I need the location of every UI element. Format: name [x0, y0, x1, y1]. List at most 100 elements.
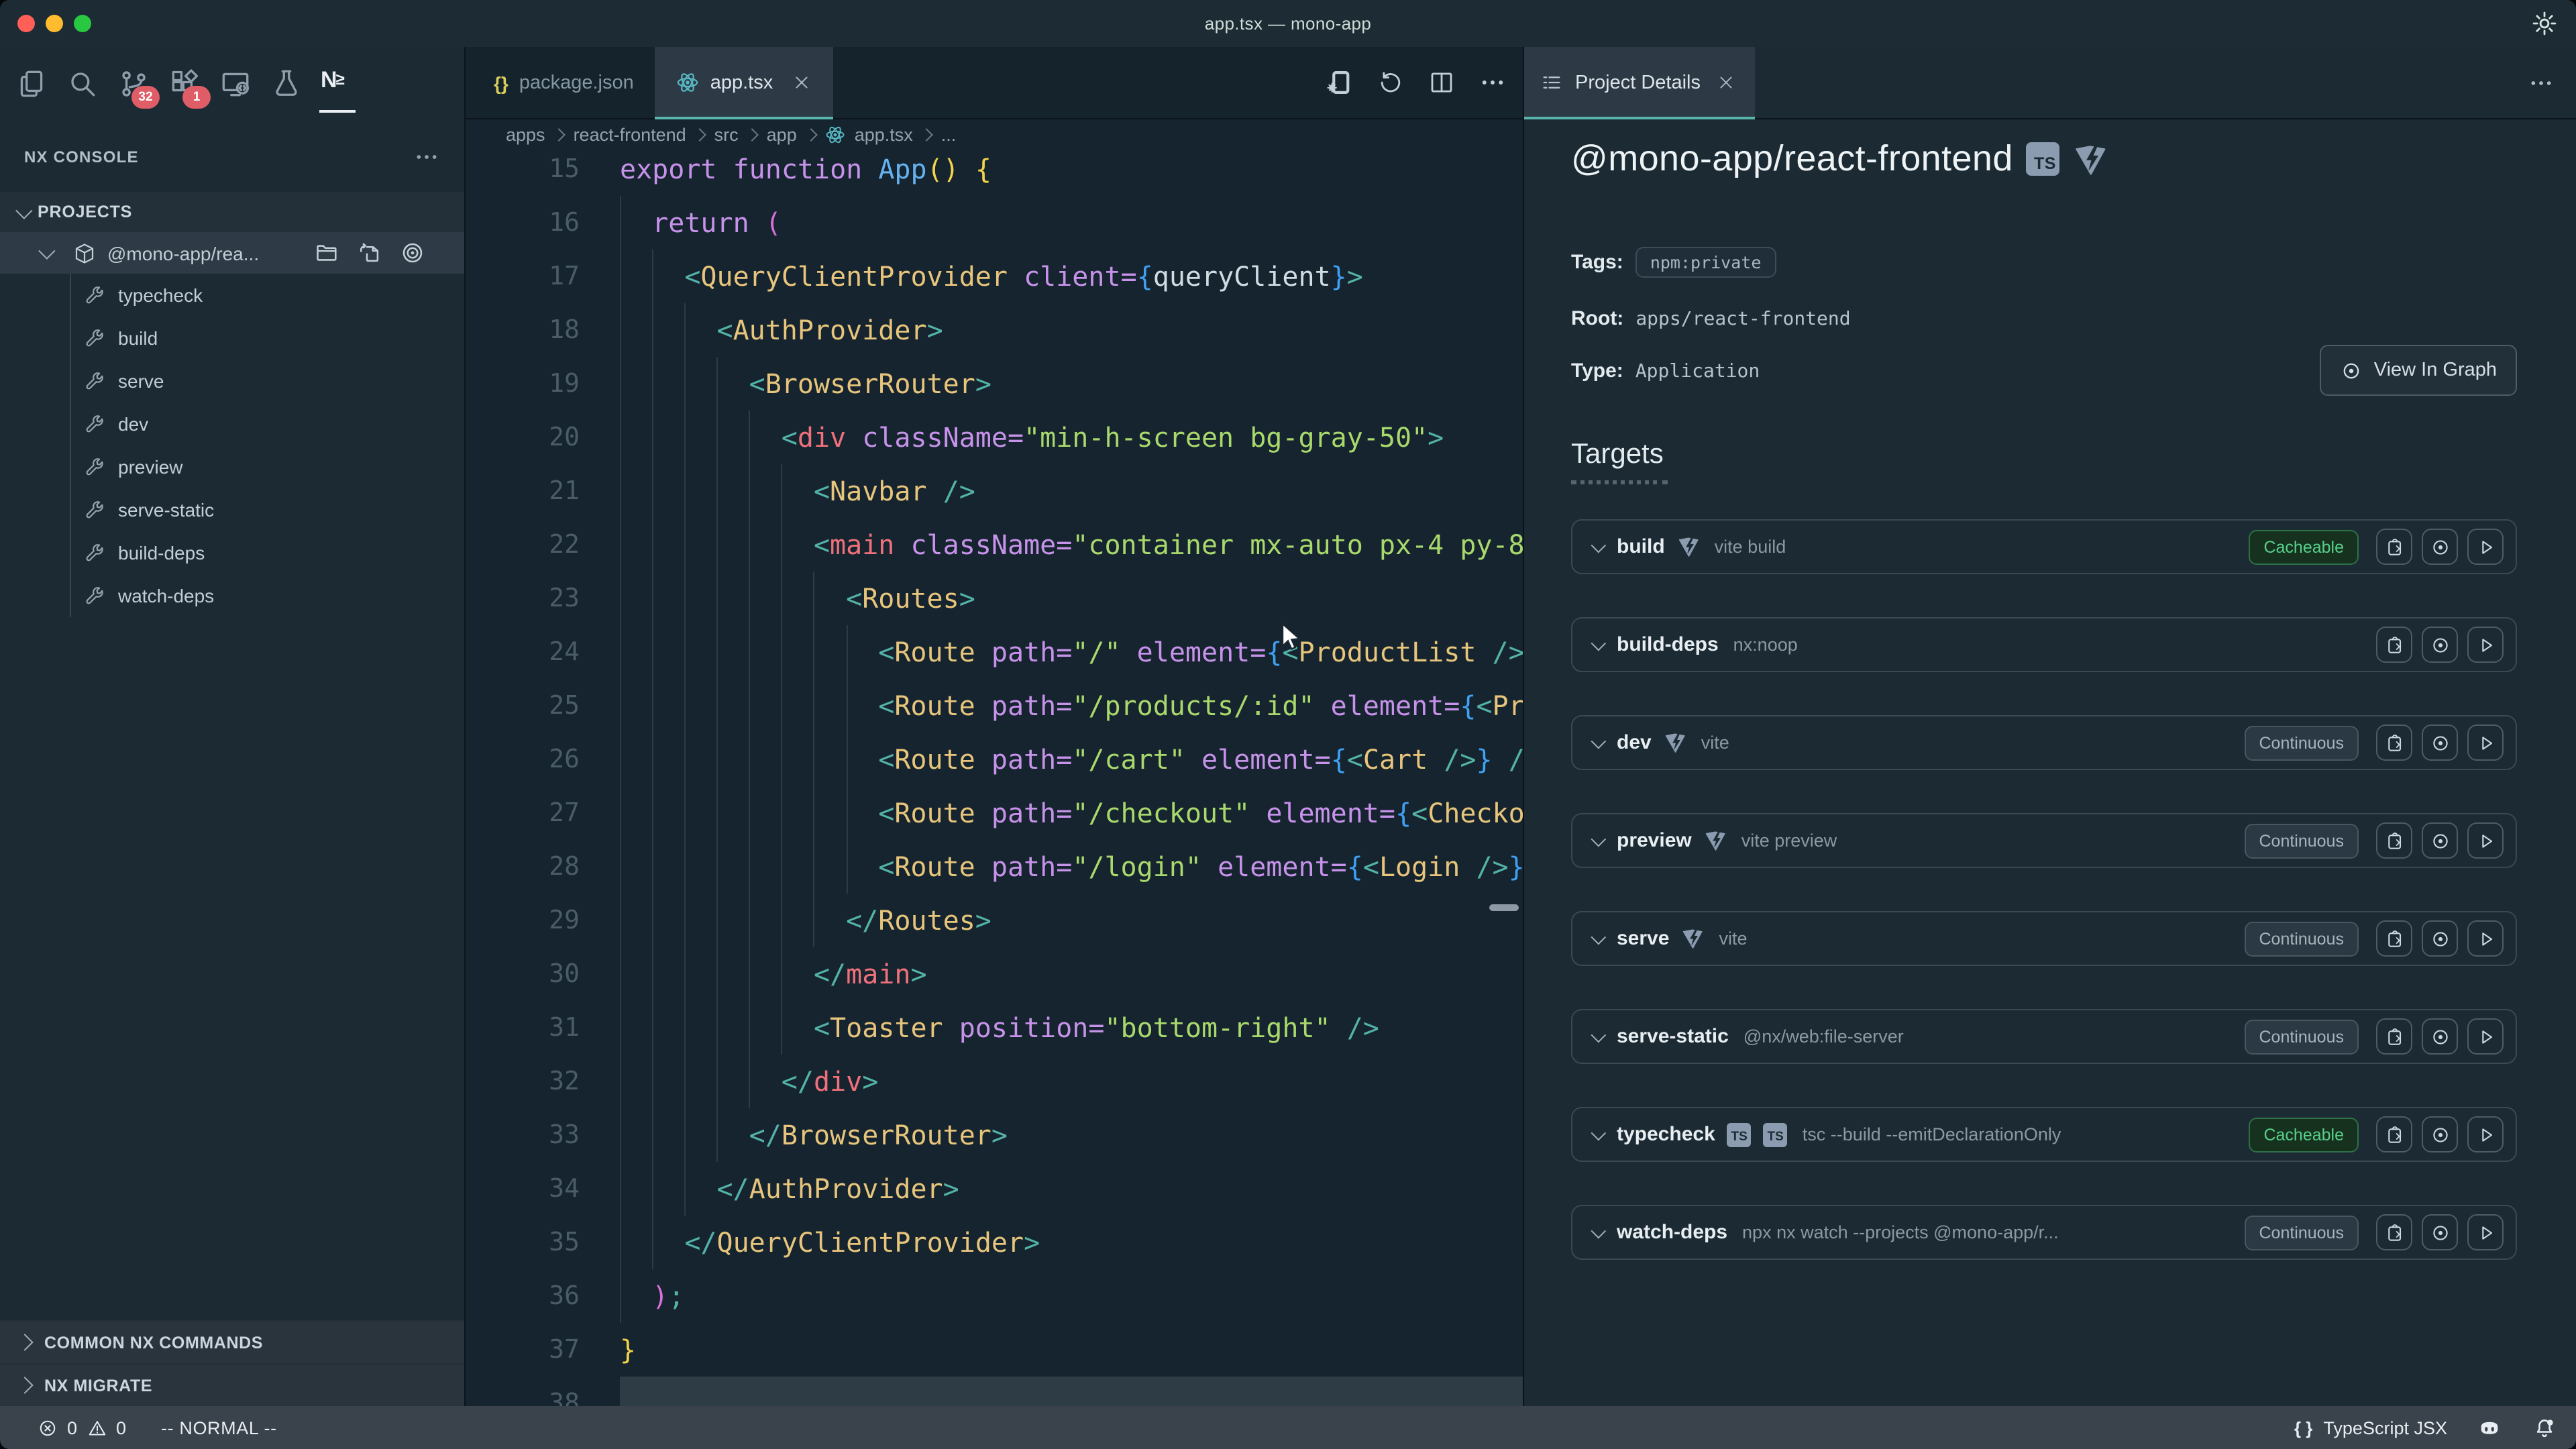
- code-line-38[interactable]: 38: [466, 1377, 1523, 1406]
- target-card-preview[interactable]: previewvite previewContinuous: [1571, 813, 2517, 868]
- code-line-28[interactable]: 28<Route path="/login" element={<Login /…: [466, 840, 1523, 894]
- target-card-build[interactable]: buildvite buildCacheable: [1571, 519, 2517, 574]
- split-editor-icon[interactable]: [1428, 68, 1456, 97]
- code-line-24[interactable]: 24<Route path="/" element={<ProductList …: [466, 625, 1523, 679]
- copy-button[interactable]: [2376, 1116, 2412, 1152]
- target-card-serve[interactable]: serveviteContinuous: [1571, 911, 2517, 966]
- code-line-25[interactable]: 25<Route path="/products/:id" element={<…: [466, 679, 1523, 733]
- more-icon[interactable]: [1479, 68, 1507, 97]
- code-line-29[interactable]: 29</Routes>: [466, 894, 1523, 947]
- code-line-34[interactable]: 34</AuthProvider>: [466, 1162, 1523, 1216]
- copy-button[interactable]: [2376, 529, 2412, 565]
- activity-item-extensions[interactable]: 1: [168, 67, 201, 101]
- run-button[interactable]: [2467, 822, 2504, 859]
- notifications-bell-icon[interactable]: [2532, 1415, 2557, 1440]
- view-button[interactable]: [2422, 529, 2458, 565]
- view-button[interactable]: [2422, 724, 2458, 761]
- target-label: preview: [118, 456, 183, 478]
- target-card-watch-deps[interactable]: watch-depsnpx nx watch --projects @mono-…: [1571, 1205, 2517, 1260]
- line-content: <Route path="/products/:id" element={<Pr…: [620, 679, 1523, 733]
- run-button[interactable]: [2467, 724, 2504, 761]
- sidebar-section-common-nx-commands[interactable]: COMMON NX COMMANDS: [0, 1320, 464, 1363]
- run-button[interactable]: [2467, 1214, 2504, 1250]
- view-in-graph-button[interactable]: View In Graph: [2320, 345, 2517, 396]
- view-button[interactable]: [2422, 627, 2458, 663]
- copy-button[interactable]: [2376, 1018, 2412, 1055]
- breadcrumb-item[interactable]: app.tsx: [825, 125, 932, 145]
- target-card-build-deps[interactable]: build-depsnx:noop: [1571, 617, 2517, 672]
- settings-gear-icon[interactable]: [2530, 9, 2559, 38]
- activity-item-source-control[interactable]: 32: [117, 67, 150, 101]
- copy-button[interactable]: [2376, 1214, 2412, 1250]
- code-line-36[interactable]: 36);: [466, 1269, 1523, 1323]
- tab-app.tsx[interactable]: app.tsx: [655, 47, 834, 118]
- view-button[interactable]: [2422, 1214, 2458, 1250]
- code-line-32[interactable]: 32</div>: [466, 1055, 1523, 1108]
- language-mode[interactable]: { } TypeScript JSX: [2294, 1417, 2447, 1438]
- project-row[interactable]: @mono-app/rea...: [0, 232, 464, 274]
- tab-project-details[interactable]: Project Details: [1524, 47, 1756, 118]
- code-line-20[interactable]: 20<div className="min-h-screen bg-gray-5…: [466, 411, 1523, 464]
- copy-button[interactable]: [2376, 627, 2412, 663]
- view-button[interactable]: [2422, 1116, 2458, 1152]
- folder-icon[interactable]: [314, 240, 339, 266]
- target-icon[interactable]: [400, 240, 425, 266]
- code-editor[interactable]: 15export function App() {16return (17<Qu…: [466, 150, 1523, 1406]
- run-button[interactable]: [2467, 529, 2504, 565]
- breadcrumb-item[interactable]: ...: [941, 125, 957, 145]
- copy-button[interactable]: [2376, 822, 2412, 859]
- code-line-30[interactable]: 30</main>: [466, 947, 1523, 1001]
- target-card-typecheck[interactable]: typecheckTSTStsc --build --emitDeclarati…: [1571, 1107, 2517, 1162]
- run-button[interactable]: [2467, 920, 2504, 957]
- run-icon: [2475, 536, 2496, 557]
- run-button[interactable]: [2467, 1018, 2504, 1055]
- copy-button[interactable]: [2376, 920, 2412, 957]
- code-line-31[interactable]: 31<Toaster position="bottom-right" />: [466, 1001, 1523, 1055]
- sidebar-more-icon[interactable]: [413, 143, 440, 170]
- code-line-27[interactable]: 27<Route path="/checkout" element={<Chec…: [466, 786, 1523, 840]
- breadcrumb-item[interactable]: react-frontend: [574, 125, 705, 145]
- view-button[interactable]: [2422, 822, 2458, 859]
- close-icon[interactable]: [1717, 72, 1737, 93]
- activity-item-testing[interactable]: [270, 67, 303, 101]
- code-line-26[interactable]: 26<Route path="/cart" element={<Cart />}…: [466, 733, 1523, 786]
- code-line-17[interactable]: 17<QueryClientProvider client={queryClie…: [466, 250, 1523, 303]
- projects-section-header[interactable]: PROJECTS: [0, 192, 464, 232]
- breadcrumb-item[interactable]: apps: [506, 125, 564, 145]
- code-line-23[interactable]: 23<Routes>: [466, 572, 1523, 625]
- breadcrumb-item[interactable]: src: [714, 125, 757, 145]
- breadcrumb-item[interactable]: app: [767, 125, 816, 145]
- target-card-serve-static[interactable]: serve-static@nx/web:file-serverContinuou…: [1571, 1009, 2517, 1064]
- view-button[interactable]: [2422, 920, 2458, 957]
- code-line-33[interactable]: 33</BrowserRouter>: [466, 1108, 1523, 1162]
- tab-label: app.tsx: [710, 72, 773, 93]
- code-line-15[interactable]: 15export function App() {: [466, 150, 1523, 196]
- target-card-dev[interactable]: devviteContinuous: [1571, 715, 2517, 770]
- activity-item-nx-console[interactable]: N≥: [321, 67, 354, 101]
- eye-icon: [2429, 536, 2451, 557]
- code-line-21[interactable]: 21<Navbar />: [466, 464, 1523, 518]
- code-line-37[interactable]: 37}: [466, 1323, 1523, 1377]
- copilot-icon[interactable]: [2477, 1415, 2502, 1440]
- panel-more-icon[interactable]: [2528, 70, 2555, 97]
- code-line-19[interactable]: 19<BrowserRouter>: [466, 357, 1523, 411]
- code-line-16[interactable]: 16return (: [466, 196, 1523, 250]
- activity-item-explorer[interactable]: [15, 67, 48, 101]
- run-button[interactable]: [2467, 1116, 2504, 1152]
- generate-icon[interactable]: [357, 240, 382, 266]
- problems-status[interactable]: 0 0: [38, 1417, 126, 1438]
- code-line-18[interactable]: 18<AuthProvider>: [466, 303, 1523, 357]
- refresh-icon[interactable]: [1377, 68, 1405, 97]
- run-button[interactable]: [2467, 627, 2504, 663]
- breadcrumb-label: app: [767, 125, 797, 145]
- copy-button[interactable]: [2376, 724, 2412, 761]
- tab-package.json[interactable]: {}package.json: [466, 47, 655, 118]
- close-icon[interactable]: [792, 72, 812, 93]
- sidebar-section-nx-migrate[interactable]: NX MIGRATE: [0, 1363, 464, 1406]
- code-line-22[interactable]: 22<main className="container mx-auto px-…: [466, 518, 1523, 572]
- activity-item-search[interactable]: [66, 67, 99, 101]
- view-button[interactable]: [2422, 1018, 2458, 1055]
- open-details-icon[interactable]: [1326, 68, 1354, 97]
- code-line-35[interactable]: 35</QueryClientProvider>: [466, 1216, 1523, 1269]
- activity-item-remote-explorer[interactable]: [219, 67, 252, 101]
